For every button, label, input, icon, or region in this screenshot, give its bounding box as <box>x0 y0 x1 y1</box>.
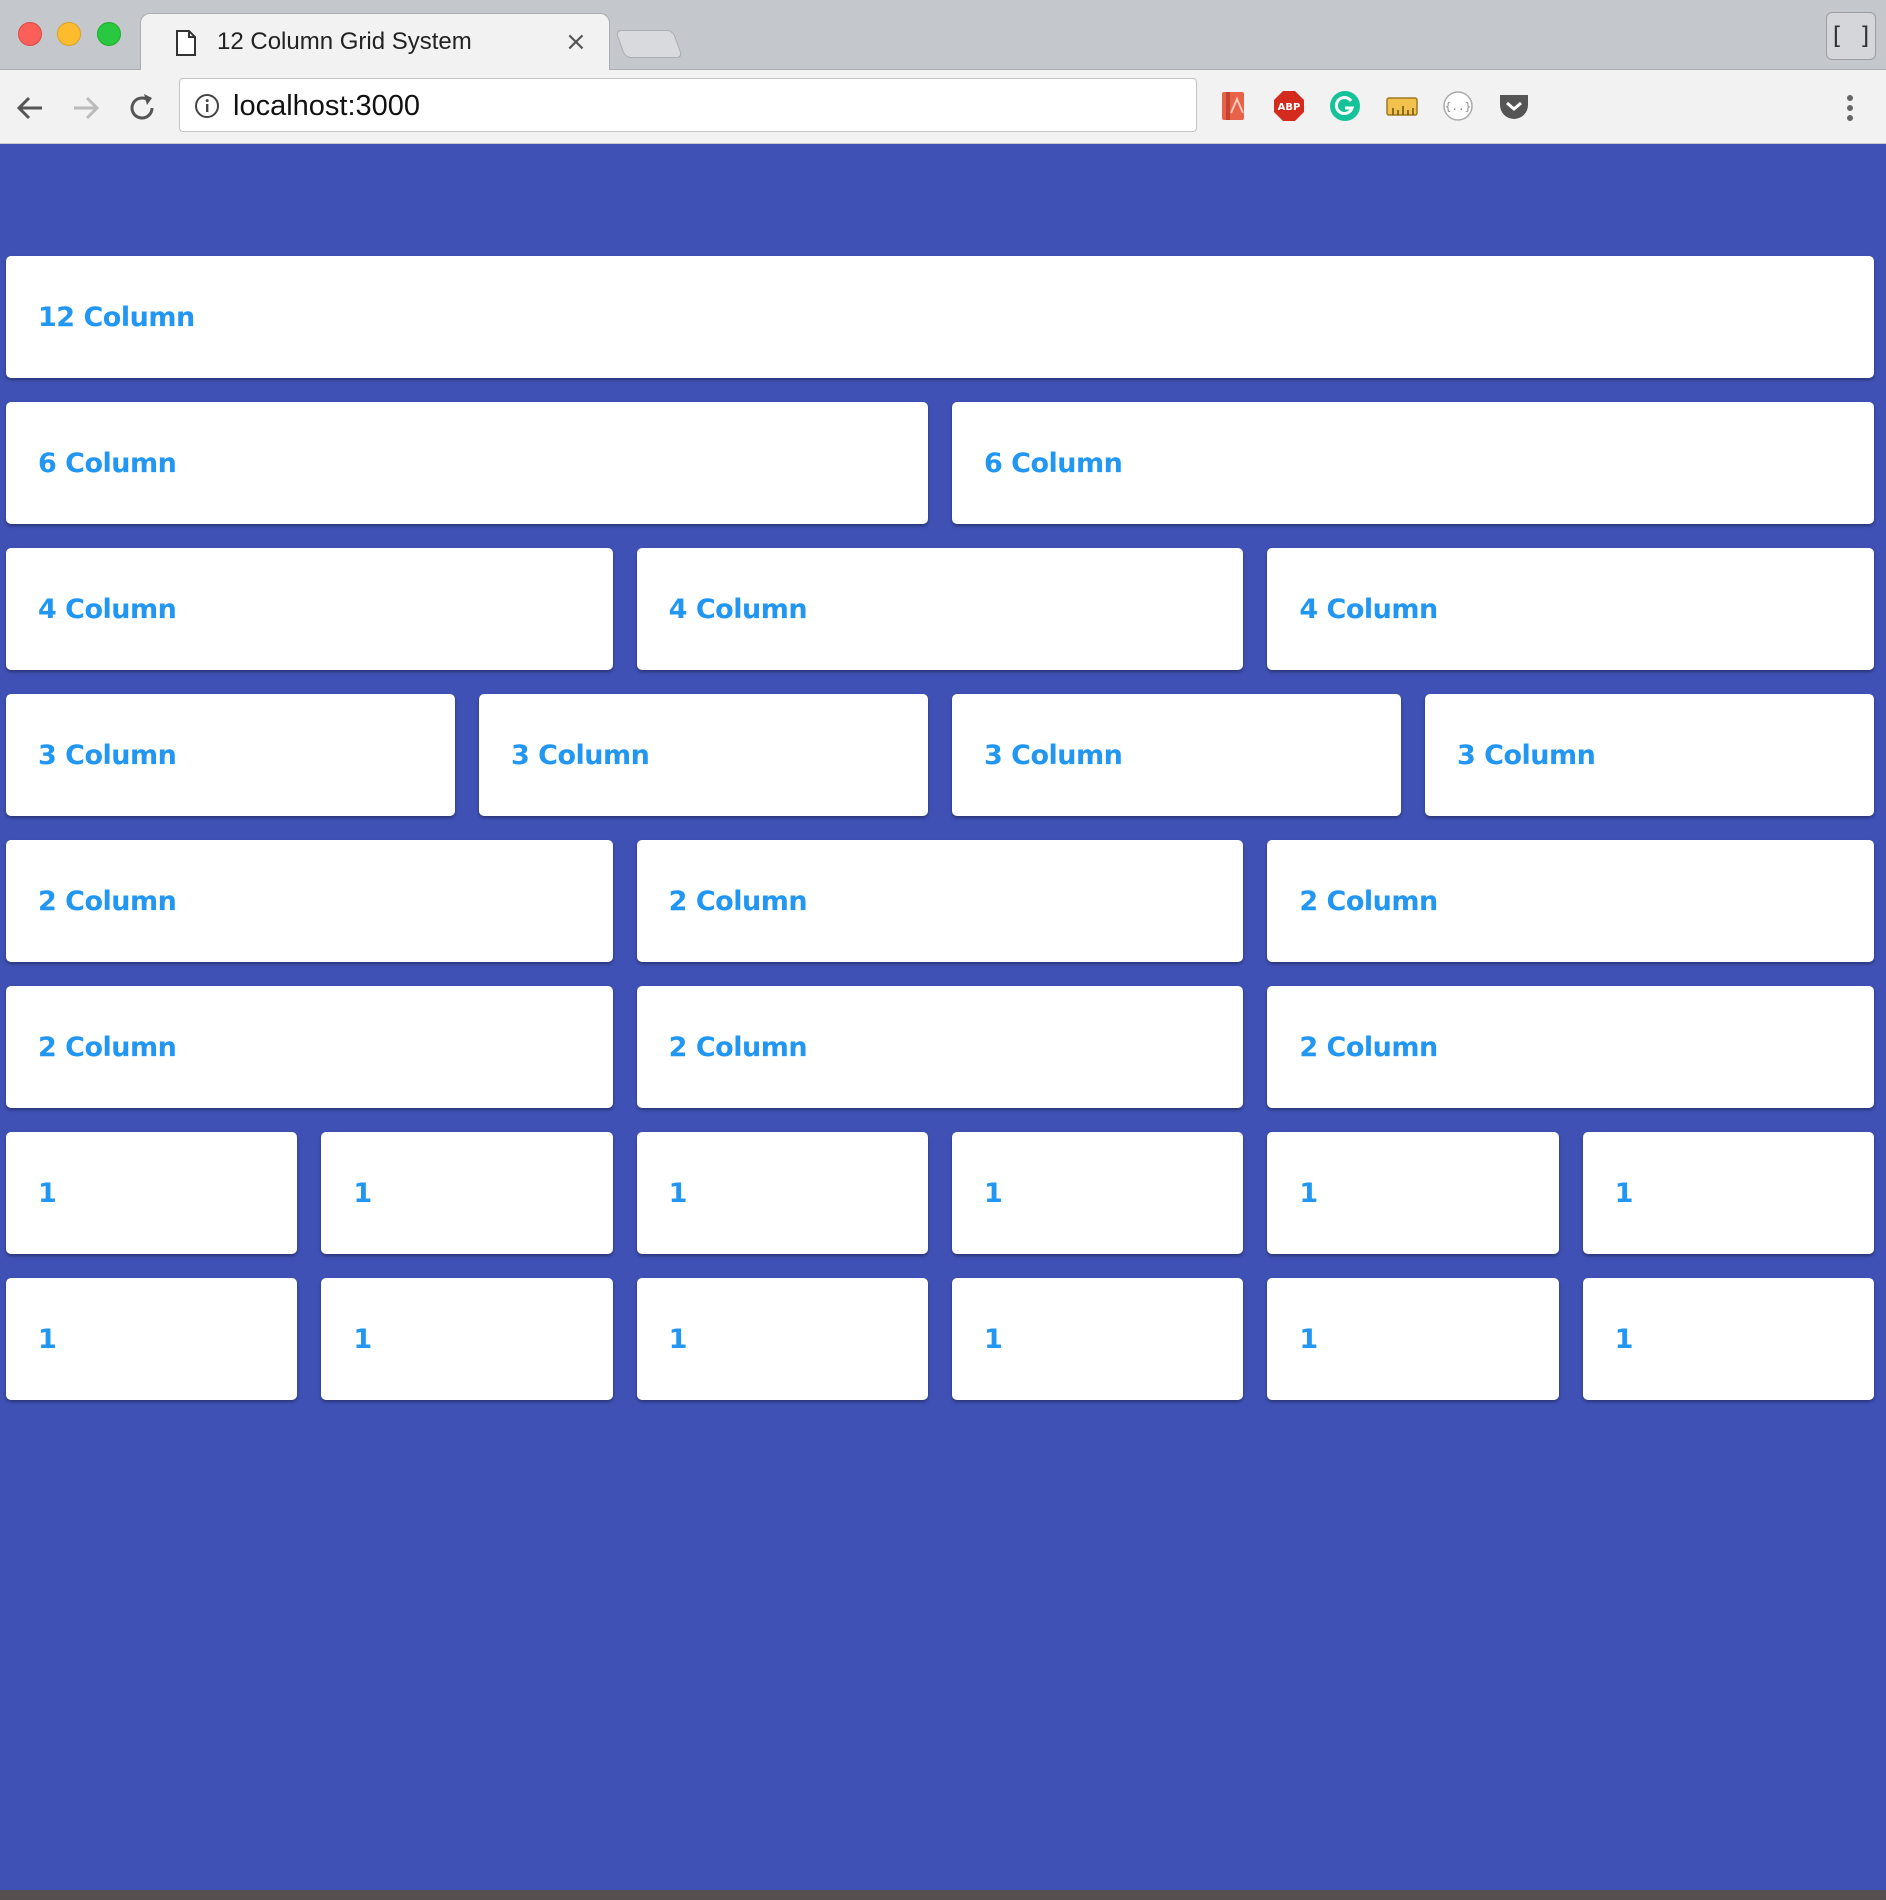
grid-cell: 1 <box>636 1132 928 1254</box>
cell-label: 4 Column <box>38 593 177 625</box>
cell-label: 2 Column <box>668 885 808 917</box>
cell-label: 1 <box>1299 1177 1318 1209</box>
grid-row-2a: 2 Column 2 Column 2 Column <box>6 840 1875 962</box>
json-formatter-icon[interactable]: {..} <box>1441 89 1475 123</box>
grid-cell: 2 Column <box>1267 986 1875 1108</box>
grid-cell: 2 Column <box>1267 840 1875 962</box>
browser-tab-bar: 12 Column Grid System × [ ] <box>0 0 1886 71</box>
back-arrow-icon[interactable] <box>10 88 50 128</box>
minimize-window-button[interactable] <box>57 22 81 46</box>
grid-row-1a: 1 1 1 1 1 1 <box>6 1132 1874 1254</box>
grid-cell: 1 <box>6 1278 298 1400</box>
cell-label: 2 Column <box>668 1031 808 1063</box>
cell-label: 1 <box>353 1323 372 1355</box>
grid-cell: 1 <box>1267 1132 1559 1254</box>
grid-cell: 6 Column <box>952 402 1874 524</box>
cell-label: 1 <box>668 1323 688 1355</box>
grid-cell: 1 <box>1267 1278 1559 1400</box>
browser-tab[interactable]: 12 Column Grid System × <box>140 13 610 71</box>
grid-row-4: 4 Column 4 Column 4 Column <box>6 548 1875 670</box>
grid-cell: 1 <box>1582 1278 1874 1400</box>
abp-label: ABP <box>1278 102 1301 113</box>
zoom-window-button[interactable] <box>97 22 121 46</box>
grid-cell: 1 <box>321 1132 613 1254</box>
grid-row-3: 3 Column 3 Column 3 Column 3 Column <box>6 694 1874 816</box>
grid-cell: 4 Column <box>6 548 613 670</box>
cell-label: 1 <box>983 1323 1003 1355</box>
cell-label: 3 Column <box>1457 739 1596 771</box>
adblock-plus-icon[interactable]: ABP <box>1272 89 1306 123</box>
svg-text:{..}: {..} <box>1445 100 1472 113</box>
cell-label: 1 <box>1614 1323 1634 1355</box>
cell-label: 2 Column <box>38 885 177 917</box>
bookmark-extension-icon[interactable] <box>1217 89 1251 123</box>
grid-row-1b: 1 1 1 1 1 1 <box>6 1278 1874 1400</box>
new-tab-button[interactable] <box>614 30 684 58</box>
cell-label: 6 Column <box>38 447 177 479</box>
grid-cell: 3 Column <box>6 694 455 816</box>
reload-icon[interactable] <box>122 88 162 128</box>
tab-title: 12 Column Grid System <box>217 28 472 55</box>
desktop-background-strip <box>0 1890 1886 1900</box>
grammarly-icon[interactable] <box>1328 89 1362 123</box>
grid-cell: 1 <box>636 1278 928 1400</box>
column-grid: 12 Column 6 Column 6 Column 4 Column 4 C… <box>6 256 1875 1424</box>
grid-cell: 3 Column <box>952 694 1401 816</box>
window-button[interactable]: [ ] <box>1826 12 1876 60</box>
cell-label: 6 Column <box>984 447 1123 479</box>
cell-label: 2 Column <box>1299 885 1438 917</box>
close-window-button[interactable] <box>18 22 42 46</box>
grid-cell: 1 <box>6 1132 298 1254</box>
grid-cell: 2 Column <box>636 840 1244 962</box>
grid-cell: 3 Column <box>1425 694 1874 816</box>
ruler-extension-icon[interactable] <box>1385 89 1419 123</box>
cell-label: 1 <box>38 1177 57 1209</box>
page-icon <box>176 30 196 56</box>
cell-label: 1 <box>668 1177 688 1209</box>
grid-row-12: 12 Column <box>6 256 1874 378</box>
grid-cell: 2 Column <box>6 840 613 962</box>
grid-row-6: 6 Column 6 Column <box>6 402 1874 524</box>
cell-label: 1 <box>38 1323 57 1355</box>
cell-label: 4 Column <box>1299 593 1438 625</box>
forward-arrow-icon[interactable] <box>66 88 106 128</box>
grid-cell: 2 Column <box>6 986 613 1108</box>
address-bar[interactable]: localhost:3000 <box>179 78 1197 132</box>
cell-label: 1 <box>1299 1323 1318 1355</box>
cell-label: 2 Column <box>38 1031 177 1063</box>
cell-label: 3 Column <box>984 739 1123 771</box>
cell-label: 2 Column <box>1299 1031 1438 1063</box>
cell-label: 1 <box>1614 1177 1634 1209</box>
grid-cell: 12 Column <box>6 256 1874 378</box>
cell-label: 1 <box>983 1177 1003 1209</box>
grid-cell: 1 <box>321 1278 613 1400</box>
more-menu-icon[interactable] <box>1838 90 1862 126</box>
page-viewport: 12 Column 6 Column 6 Column 4 Column 4 C… <box>0 144 1886 1890</box>
cell-label: 3 Column <box>38 739 177 771</box>
grid-cell: 4 Column <box>636 548 1244 670</box>
grid-cell: 1 <box>951 1132 1244 1254</box>
grid-cell: 2 Column <box>636 986 1244 1108</box>
grid-cell: 3 Column <box>479 694 928 816</box>
grid-row-2b: 2 Column 2 Column 2 Column <box>6 986 1875 1108</box>
url-text: localhost:3000 <box>233 90 421 122</box>
tab-close-icon[interactable]: × <box>565 28 587 56</box>
info-icon[interactable] <box>194 93 220 119</box>
cell-label: 3 Column <box>511 739 650 771</box>
cell-label: 1 <box>353 1177 372 1209</box>
cell-label: 4 Column <box>668 593 808 625</box>
browser-toolbar: localhost:3000 ABP {..} <box>0 70 1886 144</box>
grid-cell: 1 <box>951 1278 1244 1400</box>
grid-cell: 1 <box>1582 1132 1874 1254</box>
cell-label: 12 Column <box>38 301 195 333</box>
grid-cell: 4 Column <box>1267 548 1875 670</box>
grid-cell: 6 Column <box>6 402 928 524</box>
pocket-icon[interactable] <box>1497 89 1531 123</box>
